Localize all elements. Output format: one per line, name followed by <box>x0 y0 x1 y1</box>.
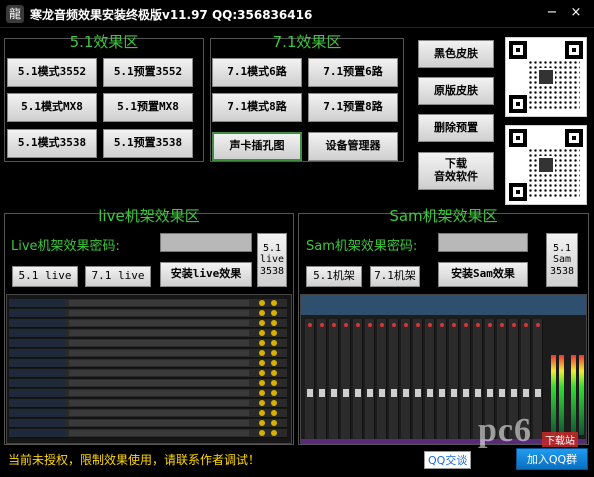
section-71-title: 7.1效果区 <box>272 33 342 51</box>
btn-51-preset-3538[interactable]: 5.1预置3538 <box>103 129 193 158</box>
minimize-button[interactable]: − <box>542 3 562 23</box>
btn-soundcard-jack-map[interactable]: 声卡插孔图 <box>212 132 302 161</box>
window-title: 寒龙音频效果安装终极版v11.97 QQ:356836416 <box>30 8 313 22</box>
qr-code-icon <box>505 37 587 117</box>
title-bar: 龍 寒龙音频效果安装终极版v11.97 QQ:356836416 − × <box>0 0 594 28</box>
qr-code-icon <box>505 125 587 205</box>
close-button[interactable]: × <box>566 3 586 23</box>
btn-delete-preset[interactable]: 删除预置 <box>418 114 494 142</box>
btn-51-preset-mx8[interactable]: 5.1预置MX8 <box>103 93 193 122</box>
btn-51-live[interactable]: 5.1 live <box>12 266 78 287</box>
btn-71-mode-6[interactable]: 7.1模式6路 <box>212 58 302 87</box>
live-rack-preview-image <box>6 294 292 444</box>
btn-71-mode-8[interactable]: 7.1模式8路 <box>212 93 302 122</box>
qq-chat-link[interactable]: QQ交谈 <box>424 451 472 469</box>
btn-original-skin[interactable]: 原版皮肤 <box>418 77 494 105</box>
btn-install-sam[interactable]: 安装Sam效果 <box>438 262 528 287</box>
live-section-title: live机架效果区 <box>98 207 200 225</box>
btn-71-live[interactable]: 7.1 live <box>85 266 151 287</box>
dragon-app-icon: 龍 <box>6 5 24 23</box>
btn-51-mode-mx8[interactable]: 5.1模式MX8 <box>7 93 97 122</box>
sam-password-label: Sam机架效果密码: <box>306 239 418 254</box>
btn-51-live-3538[interactable]: 5.1 live 3538 <box>257 233 287 287</box>
btn-51-sam-3538[interactable]: 5.1 Sam 3538 <box>546 233 578 287</box>
btn-51-mode-3552[interactable]: 5.1模式3552 <box>7 58 97 87</box>
status-text: 当前未授权，限制效果使用，请联系作者调试！ <box>8 453 261 467</box>
sam-section-title: Sam机架效果区 <box>389 207 498 225</box>
section-51-title: 5.1效果区 <box>69 33 139 51</box>
sam-mixer-preview-image <box>300 294 587 444</box>
live-password-input[interactable] <box>160 233 252 252</box>
btn-71-preset-8[interactable]: 7.1预置8路 <box>308 93 398 122</box>
btn-51-mode-3538[interactable]: 5.1模式3538 <box>7 129 97 158</box>
sam-password-input[interactable] <box>438 233 528 252</box>
live-password-label: Live机架效果密码: <box>11 239 120 254</box>
btn-black-skin[interactable]: 黑色皮肤 <box>418 40 494 68</box>
btn-51-sam-rack[interactable]: 5.1机架 <box>306 266 362 287</box>
btn-71-sam-rack[interactable]: 7.1机架 <box>370 266 420 287</box>
btn-install-live[interactable]: 安装live效果 <box>160 262 252 287</box>
btn-71-preset-6[interactable]: 7.1预置6路 <box>308 58 398 87</box>
btn-device-manager[interactable]: 设备管理器 <box>308 132 398 161</box>
join-qq-group-button[interactable]: 加入QQ群 <box>516 448 588 470</box>
btn-download-software[interactable]: 下载 音效软件 <box>418 152 494 190</box>
btn-51-preset-3552[interactable]: 5.1预置3552 <box>103 58 193 87</box>
